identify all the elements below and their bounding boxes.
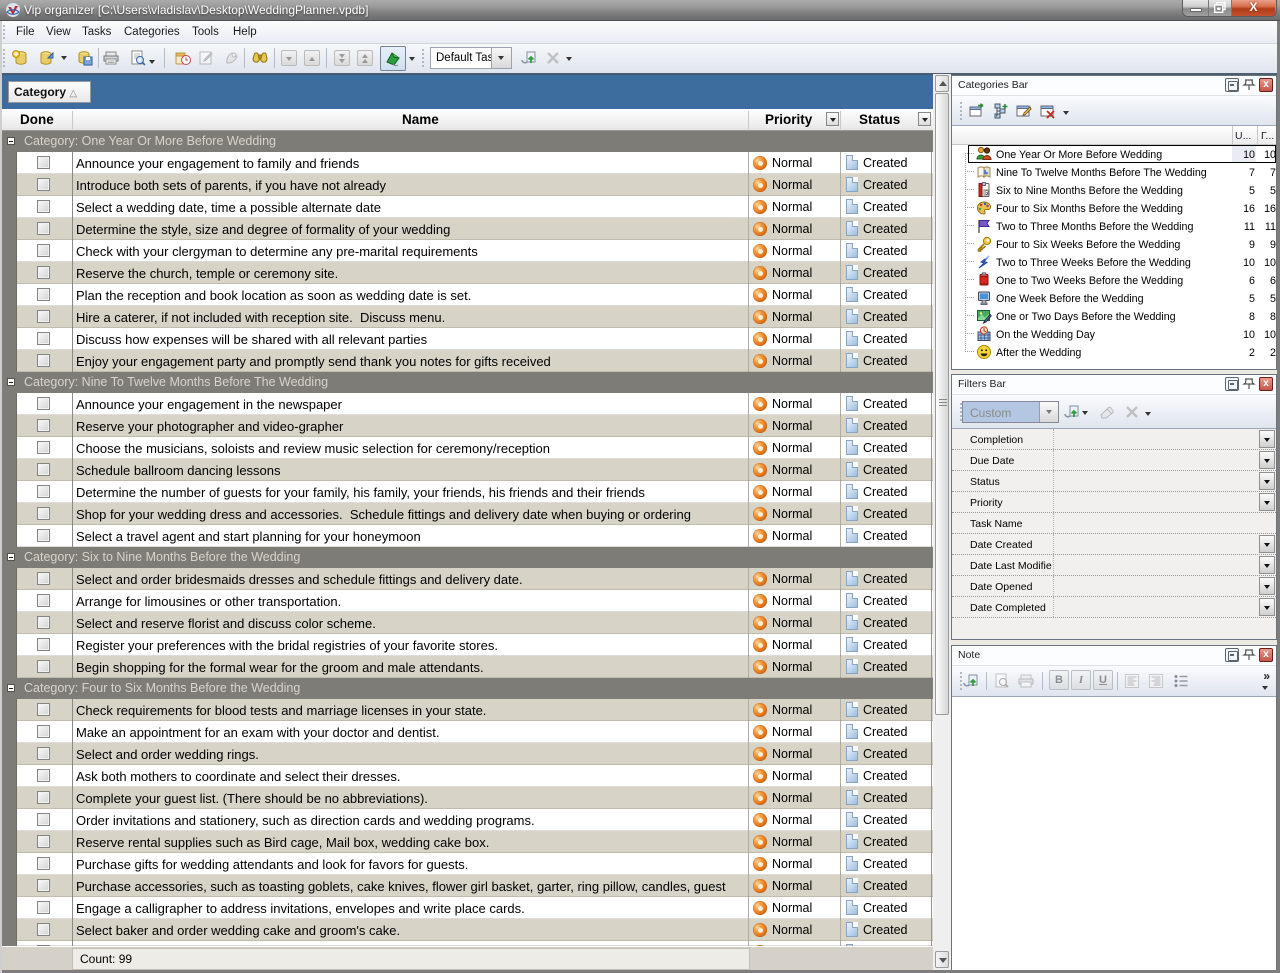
svg-text:5: 5 [985, 191, 988, 197]
